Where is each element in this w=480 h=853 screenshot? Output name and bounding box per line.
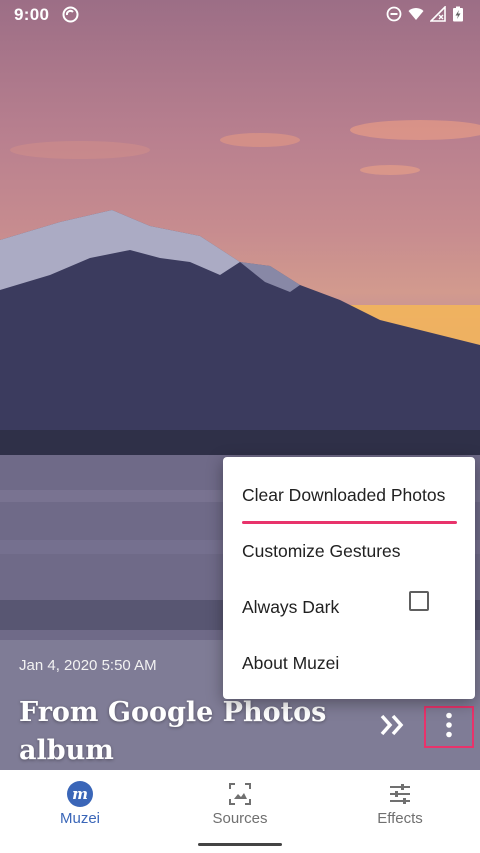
bottom-navigation: m Muzei Sources Effects (0, 770, 480, 853)
nav-item-muzei[interactable]: m Muzei (0, 770, 160, 853)
app-screen: 9:00 Jan 4, 2020 5:50 AM From Google Pho… (0, 0, 480, 853)
nav-label: Sources (212, 810, 268, 827)
nav-item-sources[interactable]: Sources (160, 770, 320, 853)
double-chevron-right-icon (379, 713, 407, 742)
sources-icon (226, 780, 254, 808)
muzei-logo-icon: m (66, 780, 94, 808)
menu-item-label: About Muzei (242, 653, 340, 673)
nav-label: Effects (377, 810, 423, 827)
do-not-disturb-icon (386, 6, 402, 22)
more-vertical-icon (445, 712, 453, 743)
nav-item-effects[interactable]: Effects (320, 770, 480, 853)
menu-item-label: Clear Downloaded Photos (242, 485, 446, 505)
status-bar: 9:00 (0, 0, 480, 30)
wifi-icon (408, 6, 424, 22)
nav-label: Muzei (59, 810, 100, 827)
menu-item-label: Customize Gestures (242, 541, 401, 561)
menu-item-clear-downloaded-photos[interactable]: Clear Downloaded Photos (223, 467, 475, 524)
status-icons (386, 5, 468, 22)
menu-item-always-dark[interactable]: Always Dark (223, 579, 475, 635)
battery-charging-icon (452, 6, 468, 22)
signal-icon (429, 5, 446, 22)
always-dark-checkbox[interactable] (409, 591, 429, 611)
gesture-nav-handle[interactable] (198, 843, 282, 846)
status-time: 9:00 (14, 5, 50, 24)
artwork-date: Jan 4, 2020 5:50 AM (19, 657, 157, 674)
svg-text:m: m (72, 785, 88, 803)
artwork-title[interactable]: From Google Photos album (19, 694, 329, 770)
sync-icon (62, 6, 79, 23)
sliders-icon (386, 780, 414, 808)
overflow-menu-button[interactable] (424, 706, 474, 748)
menu-item-customize-gestures[interactable]: Customize Gestures (223, 523, 475, 579)
overflow-popup-menu: Clear Downloaded Photos Customize Gestur… (223, 457, 475, 699)
next-artwork-button[interactable] (374, 708, 412, 746)
menu-item-about-muzei[interactable]: About Muzei (223, 635, 475, 691)
menu-item-label: Always Dark (242, 597, 340, 617)
